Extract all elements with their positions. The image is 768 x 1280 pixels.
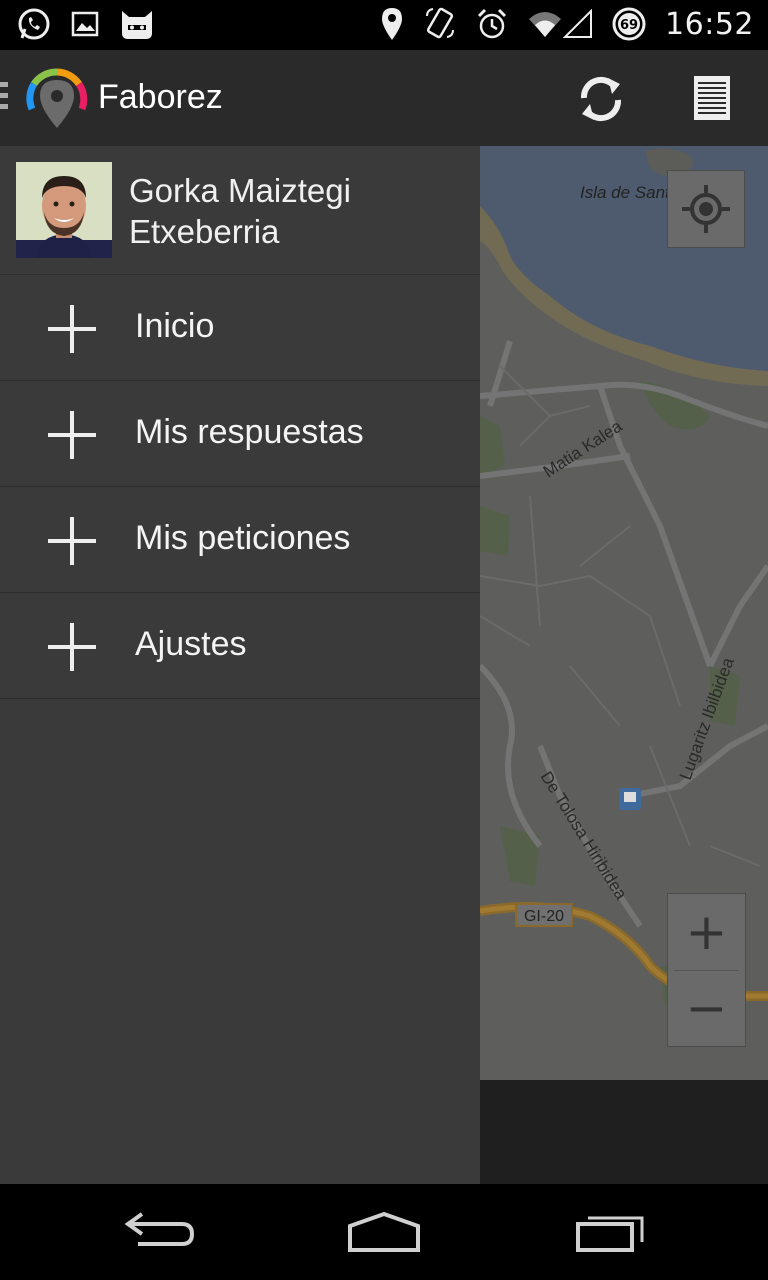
menu-item-label: Ajustes — [135, 625, 247, 663]
battery-icon: 69 — [612, 7, 646, 41]
home-button[interactable] — [346, 1210, 422, 1254]
plus-icon — [48, 623, 96, 671]
plus-icon — [48, 411, 96, 459]
signal-icon — [563, 9, 593, 38]
rotate-icon — [426, 7, 455, 39]
zoom-in-button[interactable]: + — [668, 894, 745, 970]
wifi-icon — [529, 12, 562, 37]
navigation-drawer: Gorka Maiztegi Etxeberria Inicio Mis res… — [0, 146, 480, 1184]
svg-text:69: 69 — [620, 18, 638, 33]
menu-item-inicio[interactable]: Inicio — [0, 275, 480, 381]
avatar — [16, 162, 112, 258]
menu-item-mis-peticiones[interactable]: Mis peticiones — [0, 487, 480, 593]
alarm-icon — [477, 8, 507, 39]
gallery-icon — [71, 11, 99, 37]
location-icon — [382, 8, 403, 40]
menu-item-label: Mis peticiones — [135, 519, 351, 557]
svg-text:GI-20: GI-20 — [524, 908, 564, 925]
menu-item-label: Mis respuestas — [135, 413, 364, 451]
app-logo-icon[interactable] — [24, 66, 90, 132]
user-name-last: Etxeberria — [129, 213, 280, 250]
list-view-icon[interactable] — [688, 74, 738, 124]
plus-icon — [48, 517, 96, 565]
user-profile[interactable]: Gorka Maiztegi Etxeberria — [0, 146, 480, 275]
status-bar: 69 16:52 — [0, 0, 768, 50]
clock: 16:52 — [665, 6, 754, 42]
plus-icon — [48, 305, 96, 353]
drawer-indicator-icon[interactable] — [0, 82, 10, 114]
crosshair-icon — [682, 185, 730, 233]
menu-item-label: Inicio — [135, 307, 215, 345]
my-location-button[interactable] — [667, 170, 745, 248]
menu-item-ajustes[interactable]: Ajustes — [0, 593, 480, 699]
zoom-controls: + − — [667, 893, 746, 1047]
refresh-icon[interactable] — [576, 72, 626, 126]
action-bar: Faborez — [0, 50, 768, 147]
menu-item-mis-respuestas[interactable]: Mis respuestas — [0, 381, 480, 487]
back-button[interactable] — [124, 1210, 196, 1250]
recent-apps-button[interactable] — [574, 1210, 646, 1254]
user-name-first: Gorka Maiztegi — [129, 172, 351, 209]
cyanogenmod-icon — [122, 11, 152, 39]
whatsapp-icon — [18, 8, 50, 40]
map-bottom-area — [480, 1080, 768, 1184]
app-title: Faborez — [98, 78, 223, 116]
system-navigation-bar — [0, 1184, 768, 1280]
svg-text:Matia Kalea: Matia Kalea — [540, 416, 626, 481]
zoom-out-button[interactable]: − — [668, 970, 745, 1046]
svg-text:De Tolosa Hiribidea: De Tolosa Hiribidea — [537, 768, 631, 903]
